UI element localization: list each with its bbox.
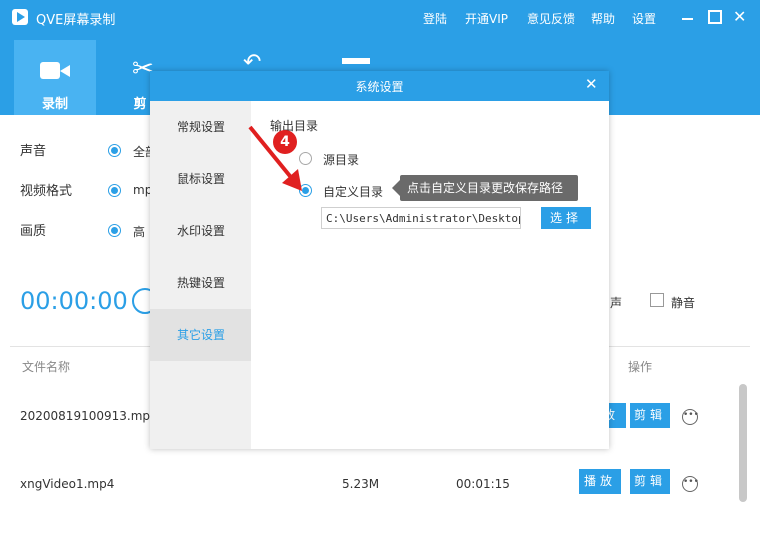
title-bar: QVE屏幕录制 登陆 开通VIP 意见反馈 帮助 设置 ✕ — [0, 0, 760, 34]
sound-label: 声音 — [20, 144, 47, 159]
vip-link[interactable]: 开通VIP — [465, 10, 508, 27]
edit-button[interactable]: 剪辑 — [630, 403, 670, 428]
maximize-button[interactable] — [708, 10, 722, 24]
scrollbar[interactable] — [739, 384, 747, 502]
sidebar-item-general[interactable]: 常规设置 — [150, 101, 251, 153]
choose-button[interactable]: 选择 — [541, 207, 591, 229]
feedback-link[interactable]: 意见反馈 — [527, 10, 575, 27]
tab-record-label: 录制 — [41, 97, 68, 112]
help-link[interactable]: 帮助 — [591, 10, 615, 27]
timer-display: 00:00:00 — [20, 287, 128, 315]
system-settings-dialog: 系统设置 ✕ 常规设置 鼠标设置 水印设置 热键设置 其它设置 输出目录 源目录… — [150, 71, 609, 449]
more-options-icon[interactable]: ••• — [682, 476, 699, 492]
mic-suffix-label: 声 — [610, 296, 623, 310]
file-name: xngVideo1.mp4 — [20, 477, 115, 491]
sound-radio[interactable] — [108, 144, 121, 157]
custom-dir-label: 自定义目录 — [323, 185, 384, 199]
sidebar-item-watermark[interactable]: 水印设置 — [150, 205, 251, 257]
file-duration: 00:01:15 — [456, 477, 510, 491]
sidebar-item-mouse[interactable]: 鼠标设置 — [150, 153, 251, 205]
file-name: 20200819100913.mp4 — [20, 409, 158, 423]
quality-radio[interactable] — [108, 224, 121, 237]
mute-checkbox[interactable] — [650, 293, 664, 307]
table-row: xngVideo1.mp4 5.23M 00:01:15 播放 剪辑 ••• — [10, 469, 735, 541]
video-camera-icon — [40, 62, 70, 79]
login-link[interactable]: 登陆 — [423, 10, 447, 27]
dialog-title: 系统设置 — [355, 80, 404, 94]
source-dir-label: 源目录 — [323, 153, 360, 167]
app-title: QVE屏幕录制 — [36, 13, 116, 28]
quality-value: 高 — [133, 225, 146, 239]
close-button[interactable]: ✕ — [733, 9, 747, 25]
sidebar-item-other[interactable]: 其它设置 — [150, 309, 251, 361]
dialog-header: 系统设置 ✕ — [150, 71, 609, 101]
dialog-close-icon[interactable]: ✕ — [585, 75, 598, 93]
app-logo-icon — [12, 9, 28, 25]
list-icon — [342, 58, 370, 64]
mute-label: 静音 — [671, 296, 696, 310]
col-file-name: 文件名称 — [22, 360, 71, 374]
edit-button[interactable]: 剪辑 — [630, 469, 670, 494]
path-input[interactable] — [321, 207, 521, 229]
dialog-sidebar: 常规设置 鼠标设置 水印设置 热键设置 其它设置 — [150, 101, 251, 449]
step-badge: 4 — [273, 130, 297, 154]
sidebar-item-hotkey[interactable]: 热键设置 — [150, 257, 251, 309]
settings-link[interactable]: 设置 — [632, 10, 656, 27]
more-options-icon[interactable]: ••• — [682, 409, 699, 425]
minimize-button[interactable] — [682, 12, 696, 26]
format-label: 视频格式 — [20, 184, 73, 199]
file-size: 5.23M — [342, 477, 380, 491]
tab-record[interactable]: 录制 — [14, 40, 96, 115]
hint-tooltip: 点击自定义目录更改保存路径 — [392, 175, 578, 201]
col-operations: 操作 — [628, 360, 653, 374]
quality-label: 画质 — [20, 224, 47, 239]
format-radio[interactable] — [108, 184, 121, 197]
play-button[interactable]: 播放 — [579, 469, 621, 494]
